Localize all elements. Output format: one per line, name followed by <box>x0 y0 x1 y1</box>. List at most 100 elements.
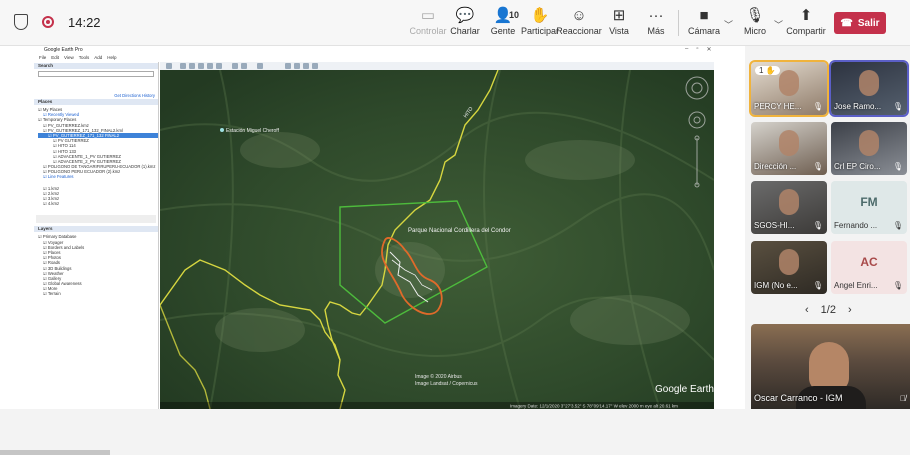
layers-item[interactable]: ☑ Terrain <box>38 291 158 296</box>
app-title: Google Earth Pro <box>34 46 714 55</box>
participant-tile[interactable]: Crl EP Ciro... 🎙 <box>831 122 907 175</box>
scrollbar[interactable] <box>0 450 110 455</box>
shield-icon <box>14 14 28 30</box>
status-bar: Imagery Date: 12/1/2020 3°27'3.52" S 78°… <box>510 404 678 409</box>
participant-name: PERCY HE... <box>754 102 802 111</box>
tour-icon[interactable] <box>216 63 222 69</box>
imagery-credit: Image © 2020 Airbus <box>415 373 462 380</box>
compartir-button[interactable]: ⬆ Compartir <box>781 6 831 36</box>
gallery-pager: ‹ 1/2 › <box>805 304 852 316</box>
recording-icon <box>42 16 54 28</box>
google-earth-logo: Google Earth <box>655 384 714 395</box>
participant-name: Fernando ... <box>834 221 878 230</box>
search-input[interactable] <box>38 71 154 77</box>
places-item-label: 4.kmz <box>47 201 60 207</box>
save-image-icon[interactable] <box>303 63 309 69</box>
spotlight-name: Oscar Carranco - IGM <box>754 393 843 403</box>
meeting-info: 14:22 <box>14 14 101 30</box>
raise-hand-icon: ✋ <box>763 66 776 75</box>
search-links: Get Directions History <box>34 93 158 98</box>
window-controls: – ▫ ✕ <box>685 46 712 53</box>
menu-help[interactable]: Help <box>107 55 116 62</box>
polygon-icon[interactable] <box>189 63 195 69</box>
ruler-icon[interactable] <box>257 63 263 69</box>
satellite-view[interactable]: Parque Nacional Cordillera del Condor Es… <box>160 70 714 409</box>
avatar-initials: FM <box>860 195 878 209</box>
participant-tile[interactable]: FM Fernando ... 🎙 <box>831 181 907 234</box>
station-label: Estación Miguel Cheroff <box>226 128 280 134</box>
mic-off-icon: 🎙 <box>892 102 903 111</box>
mic-off-icon: 🎙 <box>892 162 903 171</box>
spotlight-video[interactable]: Oscar Carranco - IGM 🎙̸ <box>751 324 910 409</box>
participant-name: Angel Enri... <box>834 281 878 290</box>
history-link[interactable]: History <box>142 93 155 98</box>
mic-off-icon: 🎙 <box>812 281 823 290</box>
sidebar: Search Get Directions History Places ☑ M… <box>34 62 159 409</box>
shared-screen: Google Earth Pro – ▫ ✕ File Edit View To… <box>0 46 745 455</box>
person-face <box>859 130 879 156</box>
places-toolbar <box>36 215 156 224</box>
mic-off-icon: 🎙̸ <box>900 394 906 403</box>
participant-name: Crl EP Ciro... <box>834 162 881 171</box>
person-face <box>779 189 799 215</box>
earth-map[interactable]: Parque Nacional Cordillera del Condor Es… <box>160 70 714 409</box>
phone-icon: ☎ <box>840 17 853 29</box>
mic-off-icon: 🎙 <box>812 162 823 171</box>
leave-button[interactable]: ☎ Salir <box>834 12 886 34</box>
overlay-icon[interactable] <box>207 63 213 69</box>
maximize-icon[interactable]: ▫ <box>696 46 698 53</box>
menu-tools[interactable]: Tools <box>79 55 90 62</box>
participant-tile[interactable]: AC Angel Enri... 🎙 <box>831 241 907 294</box>
mic-off-icon: 🎙 <box>812 102 823 111</box>
participant-name: Jose Ramo... <box>834 102 882 111</box>
person-face <box>779 130 799 156</box>
participant-tile[interactable]: Dirección ... 🎙 <box>751 122 827 175</box>
person-face <box>779 70 799 96</box>
historical-imagery-icon[interactable] <box>232 63 238 69</box>
park-label: Parque Nacional Cordillera del Condor <box>408 228 511 234</box>
meeting-time: 14:22 <box>68 14 101 30</box>
pager-label: 1/2 <box>820 304 836 316</box>
maps-icon[interactable] <box>312 63 318 69</box>
mas-button[interactable]: ··· Más <box>631 6 681 36</box>
layers-item-label: Terrain <box>47 291 61 297</box>
participant-name: SGOS-HI... <box>754 221 795 230</box>
print-icon[interactable] <box>294 63 300 69</box>
menu-view[interactable]: View <box>64 55 74 62</box>
get-directions-link[interactable]: Get Directions <box>114 93 141 98</box>
participant-tile[interactable]: SGOS-HI... 🎙 <box>751 181 827 234</box>
sun-icon[interactable] <box>241 63 247 69</box>
share-icon: ⬆ <box>799 7 813 24</box>
participant-name: Dirección ... <box>754 162 797 171</box>
placemark-icon[interactable] <box>220 128 224 132</box>
email-icon[interactable] <box>285 63 291 69</box>
person-face <box>779 249 799 275</box>
participant-tile[interactable]: IGM (No e... 🎙 <box>751 241 827 294</box>
placemark-icon[interactable] <box>180 63 186 69</box>
close-icon[interactable]: ✕ <box>706 46 711 53</box>
camara-button[interactable]: ■ Cámara <box>679 6 729 36</box>
participant-tile[interactable]: 1 ✋ PERCY HE... 🎙 <box>749 60 829 117</box>
menu-edit[interactable]: Edit <box>51 55 59 62</box>
micro-button[interactable]: 🎙 Micro <box>730 6 780 36</box>
microphone-icon: 🎙 <box>745 7 765 24</box>
participant-tile[interactable]: Jose Ramo... 🎙 <box>829 60 909 117</box>
mic-off-icon: 🎙 <box>892 221 903 230</box>
mic-off-icon: 🎙 <box>892 281 903 290</box>
layers-tree: ☑ Primary Database ☑ Voyager ☑ Borders and… <box>34 232 158 296</box>
search-panel-header[interactable]: Search <box>34 63 158 69</box>
meeting-toolbar: 14:22 ▭ Controlar 💬 Charlar 👤 10 Gente ✋… <box>0 0 910 46</box>
landsat-credit: Image Landsat / Copernicus <box>415 381 478 387</box>
raised-hand-badge: 1 ✋ <box>755 66 780 75</box>
sidebar-toggle-icon[interactable] <box>166 63 172 69</box>
minimize-icon[interactable]: – <box>685 46 688 53</box>
participant-name: IGM (No e... <box>754 281 798 290</box>
menu-bar: File Edit View Tools Add Help <box>34 55 117 62</box>
places-item-label: Line Features <box>47 174 74 180</box>
menu-add[interactable]: Add <box>94 55 102 62</box>
chevron-right-icon[interactable]: › <box>848 304 852 316</box>
places-tree: ☑ My Places ☑ Recently Viewed ☑ Temporary … <box>34 105 158 206</box>
chevron-left-icon[interactable]: ‹ <box>805 304 809 316</box>
menu-file[interactable]: File <box>39 55 46 62</box>
path-icon[interactable] <box>198 63 204 69</box>
